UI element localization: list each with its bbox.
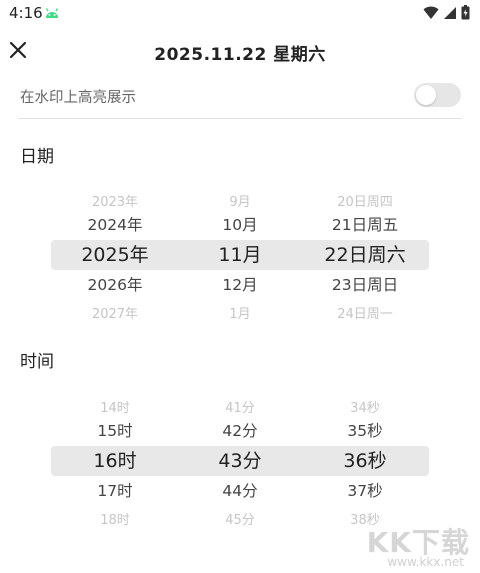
site-watermark: KK下载 www.kkx.net: [354, 521, 474, 571]
hour-selected[interactable]: 16时: [50, 446, 180, 476]
toggle-knob: [416, 85, 436, 105]
page-title: 2025.11.22 星期六: [154, 45, 326, 65]
minute-option[interactable]: 41分: [175, 394, 305, 416]
month-option[interactable]: 9月: [175, 188, 305, 210]
android-notification-icon: [45, 8, 59, 18]
month-option[interactable]: 10月: [175, 210, 305, 240]
battery-icon: [461, 5, 470, 20]
status-time: 4:16: [9, 4, 43, 22]
second-option[interactable]: 34秒: [300, 394, 430, 416]
year-option[interactable]: 2026年: [50, 270, 180, 300]
month-selected[interactable]: 11月: [175, 240, 305, 270]
minute-wheel[interactable]: 41分 42分 43分 44分 45分: [175, 386, 305, 536]
hour-option[interactable]: 15时: [50, 416, 180, 446]
date-section-title: 日期: [20, 147, 54, 167]
month-option[interactable]: 1月: [175, 300, 305, 322]
time-picker: 14时 15时 16时 17时 18时 41分 42分 43分 44分 45分 …: [0, 386, 480, 536]
year-wheel[interactable]: 2023年 2024年 2025年 2026年 2027年: [50, 180, 180, 330]
time-section-title: 时间: [20, 352, 54, 372]
minute-option[interactable]: 44分: [175, 476, 305, 506]
year-option[interactable]: 2027年: [50, 300, 180, 322]
highlight-toggle-switch[interactable]: [414, 83, 461, 107]
highlight-toggle-label: 在水印上高亮展示: [20, 90, 136, 106]
day-option[interactable]: 24日周一: [300, 300, 430, 322]
month-wheel[interactable]: 9月 10月 11月 12月 1月: [175, 180, 305, 330]
hour-option[interactable]: 18时: [50, 506, 180, 528]
year-selected[interactable]: 2025年: [50, 240, 180, 270]
hour-option[interactable]: 17时: [50, 476, 180, 506]
divider: [18, 118, 462, 119]
highlight-toggle-row: 在水印上高亮展示: [0, 74, 480, 118]
status-bar: 4:16: [0, 0, 480, 28]
day-wheel[interactable]: 20日周四 21日周五 22日周六 23日周日 24日周一: [300, 180, 430, 330]
day-selected[interactable]: 22日周六: [300, 240, 430, 270]
hour-wheel[interactable]: 14时 15时 16时 17时 18时: [50, 386, 180, 536]
watermark-url: www.kkx.net: [387, 555, 464, 569]
month-option[interactable]: 12月: [175, 270, 305, 300]
day-option[interactable]: 20日周四: [300, 188, 430, 210]
date-picker: 2023年 2024年 2025年 2026年 2027年 9月 10月 11月…: [0, 180, 480, 330]
second-option[interactable]: 35秒: [300, 416, 430, 446]
minute-option[interactable]: 42分: [175, 416, 305, 446]
second-wheel[interactable]: 34秒 35秒 36秒 37秒 38秒: [300, 386, 430, 536]
title-bar: 2025.11.22 星期六: [0, 28, 480, 74]
system-icons: [423, 5, 470, 20]
second-option[interactable]: 37秒: [300, 476, 430, 506]
minute-selected[interactable]: 43分: [175, 446, 305, 476]
day-option[interactable]: 21日周五: [300, 210, 430, 240]
signal-icon: [444, 6, 456, 19]
year-option[interactable]: 2024年: [50, 210, 180, 240]
day-option[interactable]: 23日周日: [300, 270, 430, 300]
minute-option[interactable]: 45分: [175, 506, 305, 528]
second-selected[interactable]: 36秒: [300, 446, 430, 476]
hour-option[interactable]: 14时: [50, 394, 180, 416]
wifi-icon: [423, 6, 439, 19]
year-option[interactable]: 2023年: [50, 188, 180, 210]
